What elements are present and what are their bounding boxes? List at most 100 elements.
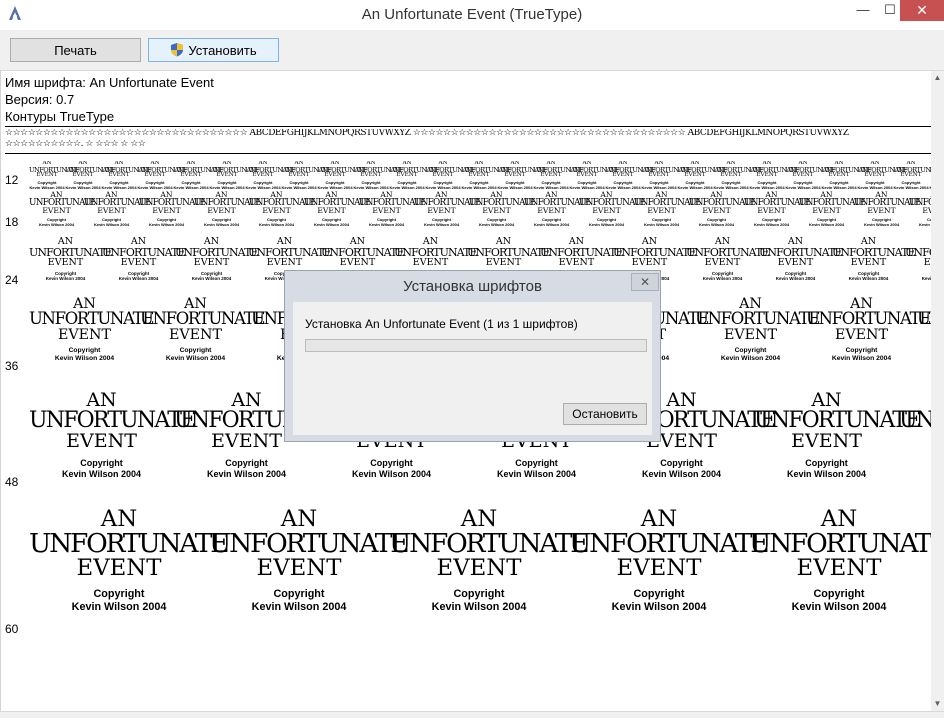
font-sample: ANUNFORTUNATEEVENTCopyrightKevin Wilson … bbox=[101, 161, 151, 191]
sample-event: EVENT bbox=[540, 172, 562, 179]
sample-unfortunate: UNFORTUNATE bbox=[467, 245, 551, 259]
font-sample: ANUNFORTUNATEEVENTCopyrightKevin Wilson … bbox=[29, 297, 154, 363]
install-button[interactable]: Установить bbox=[148, 38, 279, 62]
sample-event: EVENT bbox=[97, 206, 126, 216]
sample-author: Kevin Wilson 2004 bbox=[857, 184, 893, 190]
sample-event: EVENT bbox=[592, 206, 621, 216]
sample-event: EVENT bbox=[922, 206, 932, 216]
font-sample: ANUNFORTUNATEEVENTCopyrightKevin Wilson … bbox=[245, 161, 295, 191]
size-label-18: 18 bbox=[5, 215, 19, 229]
font-sample: ANUNFORTUNATEEVENTCopyrightKevin Wilson … bbox=[893, 161, 932, 191]
sample-unfortunate: UNFORTUNATE bbox=[175, 245, 259, 259]
sample-author: Kevin Wilson 2004 bbox=[893, 184, 929, 190]
install-progress-bar bbox=[305, 339, 647, 352]
sample-row-18: AN UNFORTUNATE EVENT Copyright Kevin Wilson … bbox=[29, 191, 932, 227]
sample-copyright: Copyright bbox=[917, 347, 932, 355]
sample-event: EVENT bbox=[427, 206, 456, 216]
sample-copyright: Copyright bbox=[845, 347, 878, 355]
sample-unfortunate: UNFORTUNATE bbox=[917, 309, 932, 329]
sample-author: Kevin Wilson 2004 bbox=[808, 221, 845, 227]
uac-shield-icon bbox=[171, 43, 184, 57]
sample-event: EVENT bbox=[756, 172, 778, 179]
sample-unfortunate: UNFORTUNATE bbox=[806, 309, 931, 329]
font-sample: ANUNFORTUNATEEVENTCopyrightKevin Wilson … bbox=[29, 391, 196, 480]
close-icon: ✕ bbox=[916, 2, 928, 18]
sample-author: Kevin Wilson 2004 bbox=[917, 355, 932, 363]
sample-event: EVENT bbox=[612, 172, 634, 179]
sample-copyright: Copyright bbox=[179, 347, 212, 355]
scroll-down-arrow-icon[interactable]: ▼ bbox=[931, 697, 944, 711]
sample-copyright: Copyright bbox=[515, 458, 558, 468]
sample-event: EVENT bbox=[850, 256, 887, 268]
sample-copyright: Copyright bbox=[68, 347, 101, 355]
sample-event: EVENT bbox=[812, 206, 841, 216]
font-sample: ANUNFORTUNATEEVENTCopyrightKevin Wilson … bbox=[209, 508, 410, 614]
sample-event: EVENT bbox=[120, 256, 157, 268]
sample-event: EVENT bbox=[72, 172, 94, 179]
sample-author: Kevin Wilson 2004 bbox=[698, 221, 735, 227]
sample-event: EVENT bbox=[482, 206, 511, 216]
sample-unfortunate: UNFORTUNATE bbox=[899, 408, 932, 433]
sample-copyright: Copyright bbox=[899, 458, 932, 469]
sample-author: Kevin Wilson 2004 bbox=[641, 184, 677, 190]
font-sample: ANUNFORTUNATEEVENTCopyrightKevin Wilson … bbox=[353, 161, 403, 191]
sample-event: EVENT bbox=[180, 172, 202, 179]
sample-author: Kevin Wilson 2004 bbox=[918, 221, 932, 227]
sample-event: EVENT bbox=[917, 328, 932, 342]
maximize-button[interactable]: ☐ bbox=[880, 0, 900, 21]
sample-unfortunate: UNFORTUNATE bbox=[140, 309, 265, 329]
sample-event: EVENT bbox=[684, 172, 706, 179]
vertical-scrollbar[interactable]: ▲ ▼ bbox=[931, 71, 944, 711]
sample-author: Kevin Wilson 2004 bbox=[137, 184, 173, 190]
sample-copyright: Copyright bbox=[370, 458, 413, 468]
dialog-close-button[interactable]: ✕ bbox=[631, 273, 659, 291]
sample-author: Kevin Wilson 2004 bbox=[65, 184, 101, 190]
stop-button[interactable]: Остановить bbox=[563, 403, 647, 425]
minimize-button[interactable]: — bbox=[846, 0, 880, 21]
font-sample: ANUNFORTUNATEEVENTCopyrightKevin Wilson … bbox=[65, 161, 115, 191]
sample-unfortunate: UNFORTUNATE bbox=[905, 245, 932, 259]
font-sample: ANUNFORTUNATEEVENTCopyrightKevin Wilson … bbox=[102, 237, 186, 281]
sample-author: Kevin Wilson 2004 bbox=[54, 355, 115, 363]
sample-unfortunate: UNFORTUNATE bbox=[754, 408, 921, 433]
font-sample: ANUNFORTUNATEEVENTCopyrightKevin Wilson … bbox=[905, 237, 932, 281]
sample-event: EVENT bbox=[616, 555, 702, 582]
sample-author: Kevin Wilson 2004 bbox=[118, 275, 159, 281]
size-label-24: 24 bbox=[5, 273, 19, 287]
sample-event: EVENT bbox=[266, 256, 303, 268]
font-sample: ANUNFORTUNATEEVENTCopyrightKevin Wilson … bbox=[749, 508, 932, 614]
sample-author: Kevin Wilson 2004 bbox=[461, 184, 497, 190]
sample-event: EVENT bbox=[757, 206, 786, 216]
sample-unfortunate: UNFORTUNATE bbox=[695, 309, 820, 329]
sample-event: EVENT bbox=[207, 206, 236, 216]
sample-unfortunate: UNFORTUNATE bbox=[29, 527, 230, 559]
dialog-body: Установка An Unfortunate Event (1 из 1 ш… bbox=[293, 302, 652, 435]
sample-author: Kevin Wilson 2004 bbox=[251, 601, 347, 614]
font-sample: ANUNFORTUNATEEVENTCopyrightKevin Wilson … bbox=[785, 161, 835, 191]
close-button[interactable]: ✕ bbox=[900, 0, 944, 21]
font-sample: ANUNFORTUNATEEVENTCopyrightKevin Wilson … bbox=[29, 161, 79, 191]
font-sample: ANUNFORTUNATEEVENTCopyrightKevin Wilson … bbox=[469, 191, 536, 227]
sample-author: Kevin Wilson 2004 bbox=[368, 221, 405, 227]
font-sample: ANUNFORTUNATEEVENTCopyrightKevin Wilson … bbox=[414, 191, 481, 227]
sample-author: Kevin Wilson 2004 bbox=[720, 355, 781, 363]
sample-event: EVENT bbox=[791, 430, 862, 452]
scroll-up-arrow-icon[interactable]: ▲ bbox=[931, 71, 944, 85]
sample-event: EVENT bbox=[193, 256, 230, 268]
sample-author: Kevin Wilson 2004 bbox=[165, 355, 226, 363]
sample-event: EVENT bbox=[834, 326, 889, 343]
font-sample: ANUNFORTUNATEEVENTCopyrightKevin Wilson … bbox=[806, 297, 931, 363]
font-sample: ANUNFORTUNATEEVENTCopyrightKevin Wilson … bbox=[173, 161, 223, 191]
font-sample: ANUNFORTUNATEEVENTCopyrightKevin Wilson … bbox=[389, 161, 439, 191]
font-sample: ANUNFORTUNATEEVENTCopyrightKevin Wilson … bbox=[359, 191, 426, 227]
print-button[interactable]: Печать bbox=[10, 38, 141, 62]
sample-author: Kevin Wilson 2004 bbox=[191, 275, 232, 281]
sample-event: EVENT bbox=[66, 430, 137, 452]
sample-unfortunate: UNFORTUNATE bbox=[102, 245, 186, 259]
font-sample: ANUNFORTUNATEEVENTCopyrightKevin Wilson … bbox=[695, 297, 820, 363]
sample-unfortunate: UNFORTUNATE bbox=[686, 245, 770, 259]
sample-unfortunate: UNFORTUNATE bbox=[394, 245, 478, 259]
sample-copyright: Copyright bbox=[273, 588, 325, 601]
sample-author: Kevin Wilson 2004 bbox=[899, 469, 932, 480]
sample-event: EVENT bbox=[168, 326, 223, 343]
